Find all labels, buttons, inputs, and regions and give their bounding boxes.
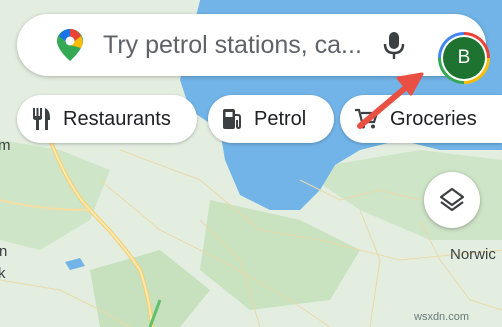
- layers-button[interactable]: [424, 172, 480, 228]
- account-avatar-button[interactable]: B: [438, 32, 490, 84]
- watermark: wsxdn.com: [414, 311, 470, 323]
- avatar-ring-inner: B: [441, 35, 487, 81]
- search-bar[interactable]: Try petrol stations, ca... B: [17, 14, 490, 84]
- map-label-edge: n: [0, 243, 8, 260]
- fuel-pump-icon: [223, 109, 241, 130]
- avatar: B: [443, 37, 485, 79]
- search-input[interactable]: Try petrol stations, ca...: [103, 31, 365, 60]
- map-label-norwich[interactable]: Norwic: [450, 246, 496, 263]
- chip-petrol[interactable]: Petrol: [208, 95, 334, 143]
- chip-label: Restaurants: [63, 107, 171, 130]
- map-label-edge: k: [0, 265, 6, 282]
- microphone-icon[interactable]: [383, 32, 405, 60]
- fork-knife-icon: [33, 108, 50, 130]
- chip-label: Petrol: [254, 107, 307, 130]
- chip-groceries[interactable]: Groceries: [340, 95, 502, 143]
- shopping-cart-icon: [355, 108, 378, 129]
- layers-icon: [439, 187, 465, 212]
- google-maps-pin-icon: [57, 29, 83, 61]
- chip-label: Groceries: [390, 107, 477, 130]
- map-label-edge: m: [0, 137, 11, 154]
- chip-restaurants[interactable]: Restaurants: [17, 95, 197, 143]
